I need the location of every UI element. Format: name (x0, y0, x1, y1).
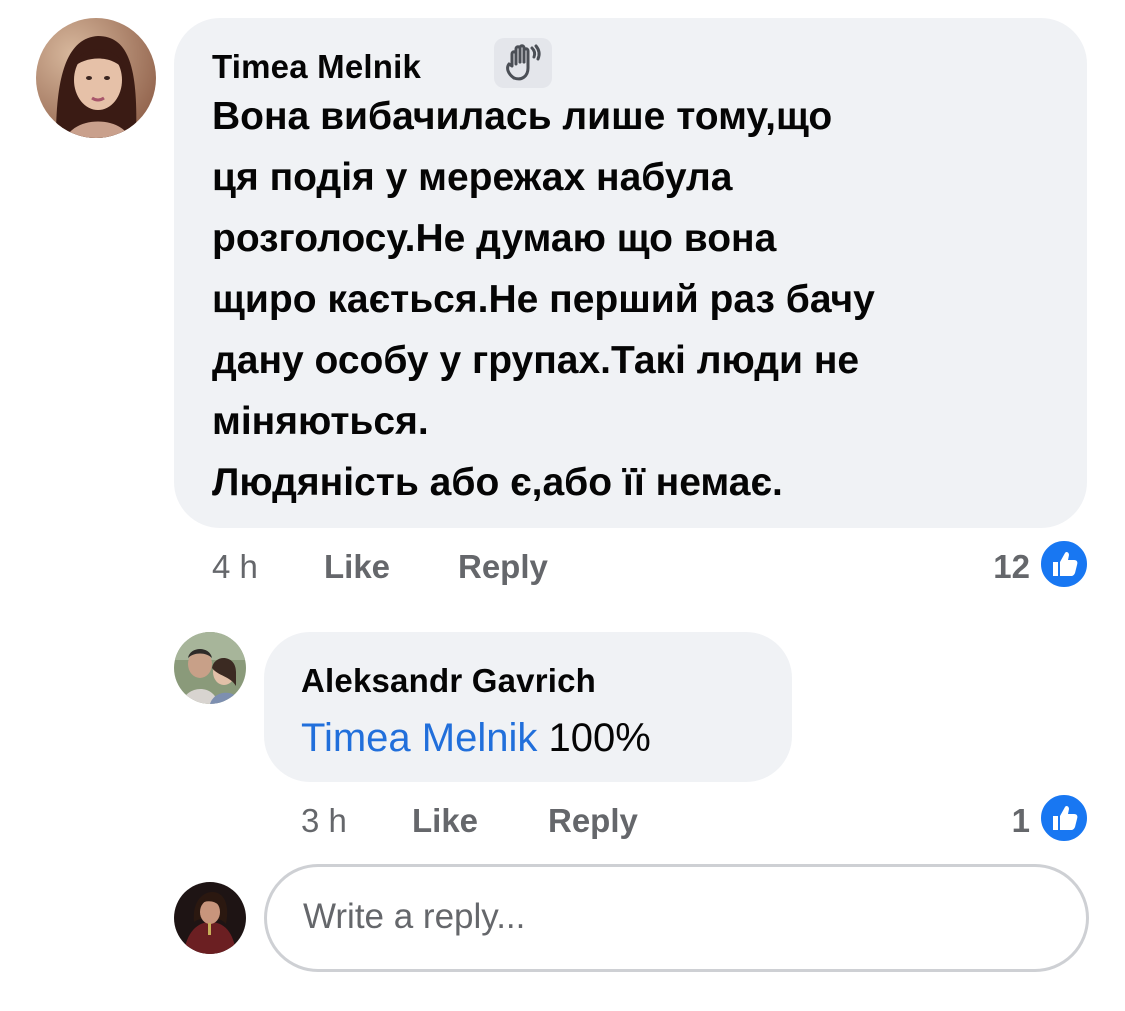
reply-input[interactable]: Write a reply... (264, 864, 1089, 972)
commenter-avatar[interactable] (36, 18, 156, 138)
comment-text-line: Вона вибачилась лише тому,що (212, 95, 833, 138)
thumbs-up-icon[interactable] (1038, 792, 1090, 844)
comment-reaction-count[interactable]: 12 (960, 548, 1030, 586)
reply-reaction-count[interactable]: 1 (960, 802, 1030, 840)
commenter-avatar-photo (36, 18, 156, 138)
comment-text: Вона вибачилась лише тому,що ця подія у … (212, 86, 875, 513)
reply-reply-button[interactable]: Reply (548, 802, 638, 840)
reply-author-name[interactable]: Aleksandr Gavrich (301, 662, 596, 700)
comment-text-line: ця подія у мережах набула (212, 156, 733, 199)
comment-text-line: дану особу у групах.Такі люди не (212, 339, 860, 382)
current-user-avatar-photo (174, 882, 246, 954)
current-user-avatar[interactable] (174, 882, 246, 954)
reply-bubble: Aleksandr Gavrich Timea Melnik 100% (264, 632, 792, 782)
reply-text: Timea Melnik 100% (301, 714, 651, 762)
comment-text-line: Людяність або є,або її немає. (212, 461, 783, 504)
reply-mention-link[interactable]: Timea Melnik (301, 716, 537, 760)
comment-author-name[interactable]: Timea Melnik (212, 48, 421, 86)
comment-bubble: Timea Melnik Вона вибачилась лише тому,щ… (174, 18, 1087, 528)
comment-like-button[interactable]: Like (324, 548, 390, 586)
reply-timestamp[interactable]: 3 h (301, 802, 347, 840)
thumbs-up-icon[interactable] (1038, 538, 1090, 590)
reply-actions: 3 h Like Reply (301, 802, 801, 842)
reply-author-avatar-photo (174, 632, 246, 704)
comment-text-line: щиро кається.Не перший раз бачу (212, 278, 875, 321)
reply-author-avatar[interactable] (174, 632, 246, 704)
comment-timestamp[interactable]: 4 h (212, 548, 258, 586)
comment-actions: 4 h Like Reply (212, 548, 712, 588)
comment-text-line: розголосу.Не думаю що вона (212, 217, 777, 260)
wave-hand-icon[interactable] (494, 38, 552, 88)
reply-like-button[interactable]: Like (412, 802, 478, 840)
reply-text-body: 100% (537, 716, 651, 760)
reply-input-placeholder: Write a reply... (303, 897, 526, 936)
comment-reply-button[interactable]: Reply (458, 548, 548, 586)
comment-text-line: міняються. (212, 400, 429, 443)
